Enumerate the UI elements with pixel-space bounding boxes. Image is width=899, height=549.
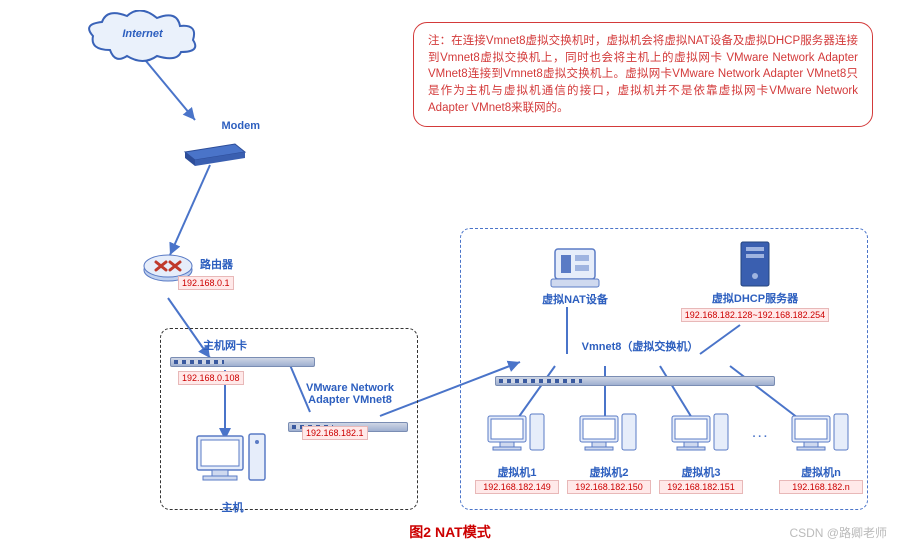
watermark: CSDN @路卿老师 xyxy=(789,524,887,541)
vm-item: 虚拟机3 192.168.182.151 xyxy=(659,413,743,494)
internet-label: Internet xyxy=(85,28,200,40)
host-nic-switch xyxy=(170,357,315,367)
figure-caption: 图2 NAT模式 xyxy=(330,522,570,542)
ellipsis-icon: ··· xyxy=(751,413,771,443)
virtual-dhcp-ip: 192.168.182.128~192.168.182.254 xyxy=(681,308,829,322)
vmnet8-switch-label: Vmnet8（虚拟交换机） xyxy=(540,338,740,354)
virtual-nat: 虚拟NAT设备 xyxy=(530,245,620,307)
host-nic-label: 主机网卡 xyxy=(175,337,275,353)
vm-label: 虚拟机1 xyxy=(475,464,559,480)
virtual-nat-label: 虚拟NAT设备 xyxy=(530,291,620,307)
vm-ip: 192.168.182.151 xyxy=(659,480,743,494)
vm-item: 虚拟机1 192.168.182.149 xyxy=(475,413,559,494)
vm-label: 虚拟机3 xyxy=(659,464,743,480)
router-label: 路由器 xyxy=(200,256,233,272)
callout-note: 注：在连接Vmnet8虚拟交换机时，虚拟机会将虚拟NAT设备及虚拟DHCP服务器… xyxy=(413,22,873,127)
vm-ip: 192.168.182.n xyxy=(779,480,863,494)
vm-item: 虚拟机2 192.168.182.150 xyxy=(567,413,651,494)
vmnet-adapter-label: VMware Network Adapter VMnet8 xyxy=(295,382,405,406)
vm-item: 虚拟机n 192.168.182.n xyxy=(779,413,863,494)
host-label: 主机 xyxy=(195,499,270,515)
router: 路由器 192.168.0.1 xyxy=(140,248,260,290)
modem: Modem xyxy=(180,120,260,172)
modem-label: Modem xyxy=(180,120,260,132)
vm-ip: 192.168.182.149 xyxy=(475,480,559,494)
router-ip: 192.168.0.1 xyxy=(178,276,234,290)
internet-cloud: Internet xyxy=(85,10,200,68)
host-nic-ip: 192.168.0.108 xyxy=(178,371,244,385)
vmnet-adapter-label-l1: VMware Network xyxy=(295,382,405,394)
virtual-dhcp: 虚拟DHCP服务器 192.168.182.128~192.168.182.25… xyxy=(660,240,850,322)
virtual-dhcp-label: 虚拟DHCP服务器 xyxy=(660,290,850,306)
vm-row: 虚拟机1 192.168.182.149 虚拟机2 192.168.182.15… xyxy=(475,413,863,494)
host-computer: 主机 xyxy=(195,432,270,515)
vm-label: 虚拟机n xyxy=(779,464,863,480)
vmnet8-switch xyxy=(495,376,775,386)
vm-label: 虚拟机2 xyxy=(567,464,651,480)
vmnet-adapter-ip: 192.168.182.1 xyxy=(302,426,368,440)
vmnet-adapter-label-l2: Adapter VMnet8 xyxy=(295,394,405,406)
vm-ip: 192.168.182.150 xyxy=(567,480,651,494)
